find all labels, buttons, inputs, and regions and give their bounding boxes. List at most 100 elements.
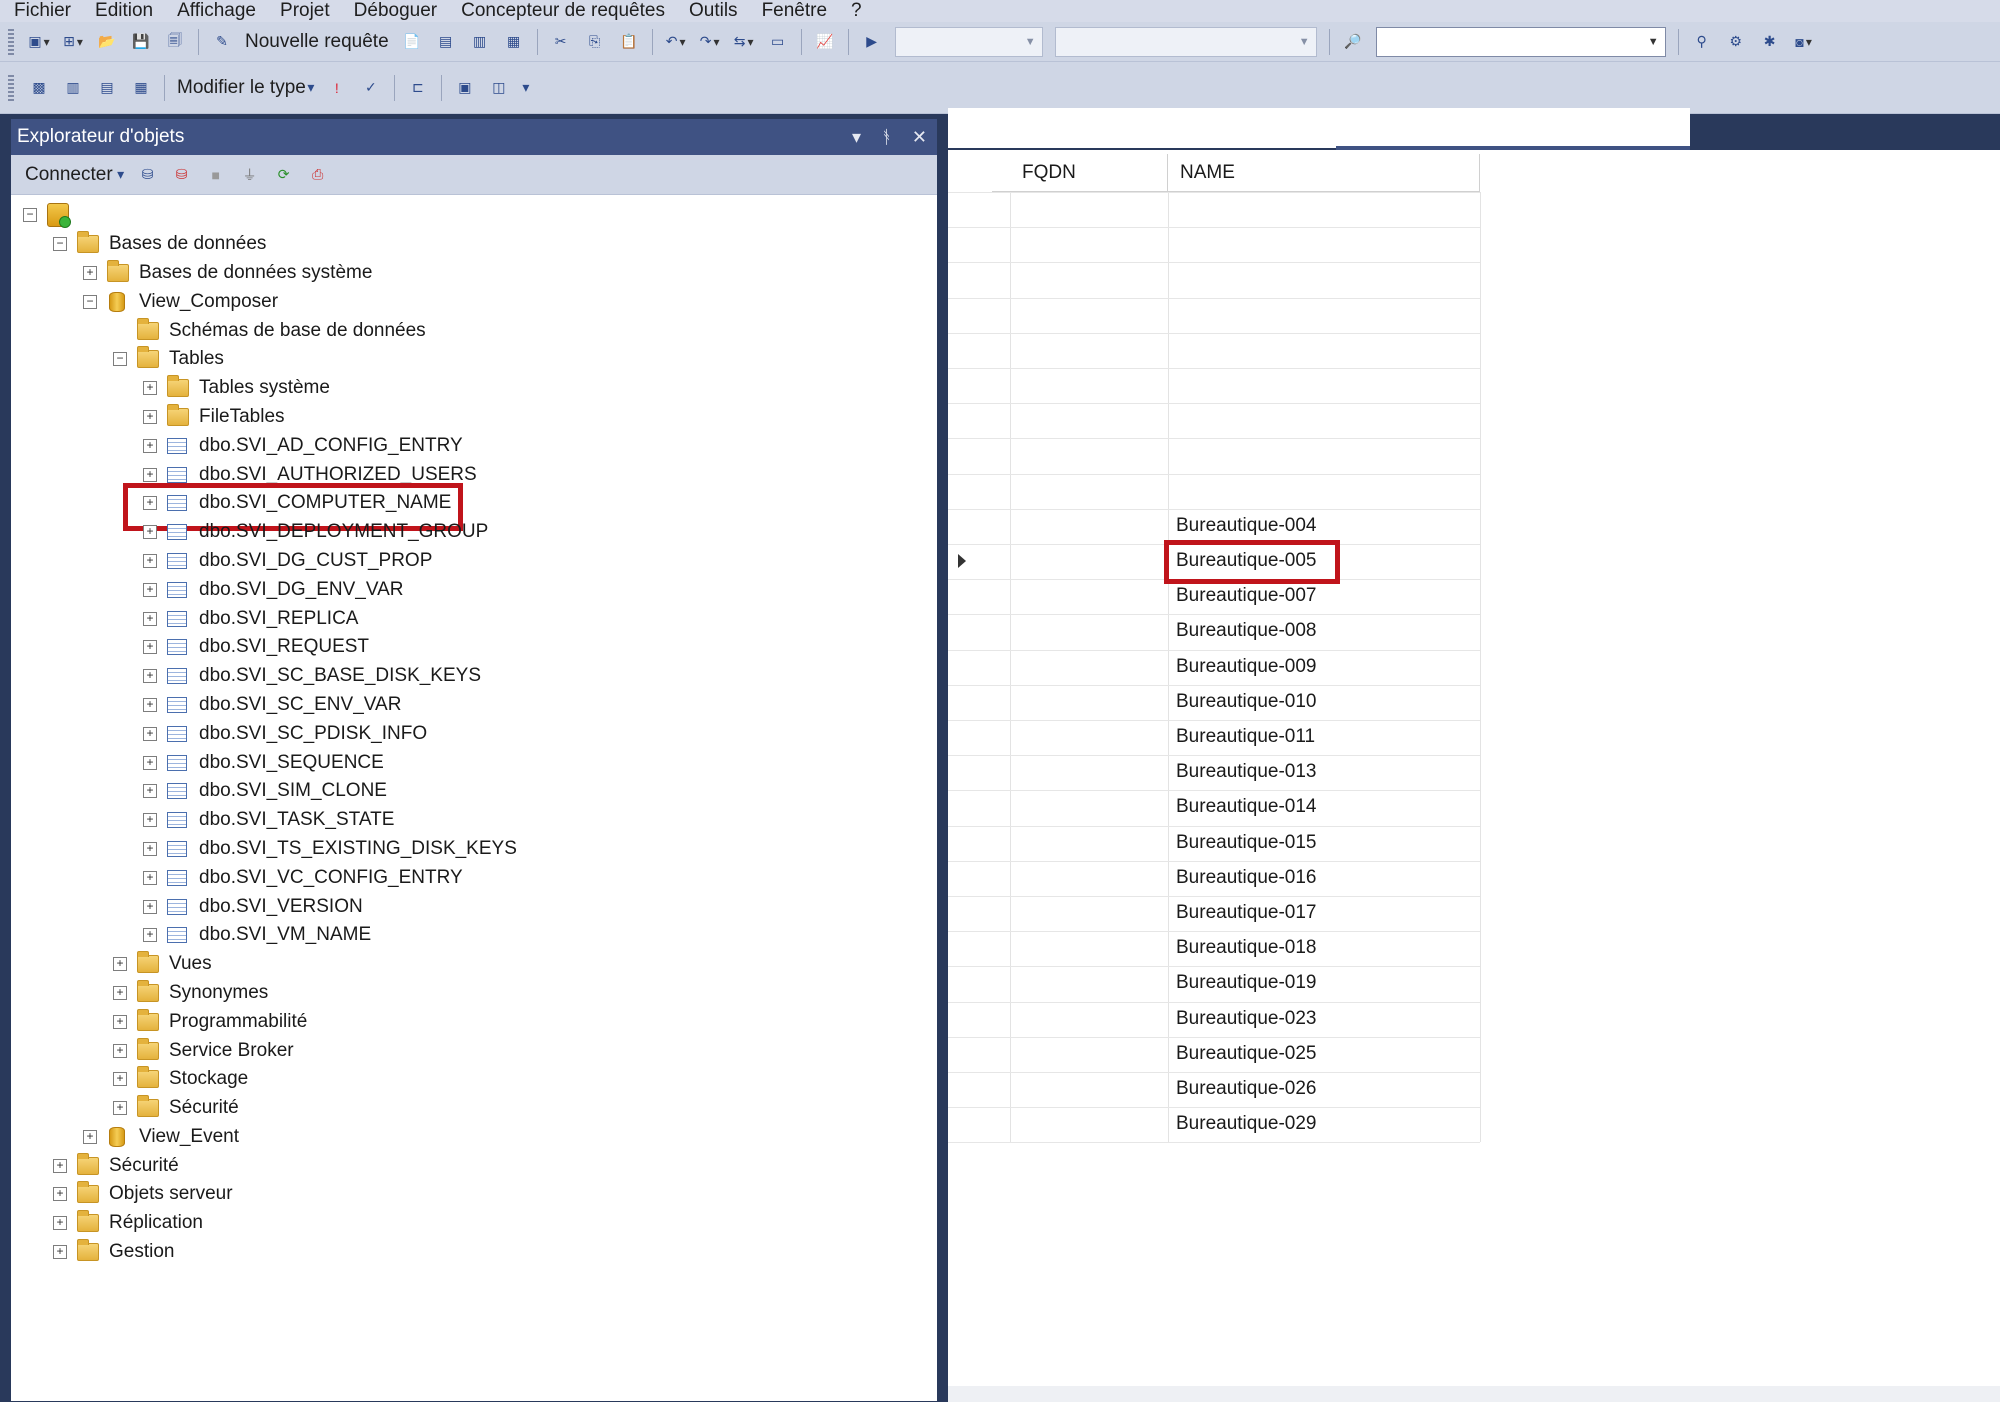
- expand-icon[interactable]: +: [143, 582, 157, 597]
- tree-node[interactable]: + dbo.SVI_SEQUENCE: [11, 748, 937, 777]
- tree-node[interactable]: + Sécurité: [11, 1094, 937, 1123]
- start-powershell-icon[interactable]: ⎙: [305, 162, 331, 188]
- tree-node[interactable]: + dbo.SVI_VM_NAME: [11, 921, 937, 950]
- tree-node[interactable]: + Vues: [11, 950, 937, 979]
- expand-icon[interactable]: +: [143, 381, 157, 396]
- tree-node[interactable]: + Tables système: [11, 374, 937, 403]
- column-header-name[interactable]: NAME: [1168, 154, 1480, 192]
- grid-cell-name[interactable]: Bureautique-015: [1176, 832, 1317, 854]
- tree-node[interactable]: + dbo.SVI_REPLICA: [11, 604, 937, 633]
- tree-node[interactable]: + Synonymes: [11, 979, 937, 1008]
- menu-item[interactable]: Outils: [675, 0, 748, 22]
- paste-icon[interactable]: 📋: [616, 29, 642, 55]
- collapse-icon[interactable]: −: [23, 208, 37, 223]
- cut-icon[interactable]: ✂: [548, 29, 574, 55]
- database-engine-query-icon[interactable]: 📄: [399, 29, 425, 55]
- expand-icon[interactable]: +: [53, 1245, 67, 1260]
- open-file-icon[interactable]: 📂: [94, 29, 120, 55]
- show-criteria-pane-icon[interactable]: ▥: [60, 75, 86, 101]
- navigate-icon[interactable]: ⇆: [731, 29, 757, 55]
- tree-node[interactable]: + dbo.SVI_SC_ENV_VAR: [11, 691, 937, 720]
- collapse-icon[interactable]: −: [53, 237, 67, 252]
- expand-icon[interactable]: +: [143, 755, 157, 770]
- expand-icon[interactable]: +: [143, 813, 157, 828]
- expand-icon[interactable]: +: [143, 928, 157, 943]
- change-type-dropdown-icon[interactable]: ▾: [306, 75, 316, 101]
- connect-dropdown-icon[interactable]: ▾: [115, 162, 127, 188]
- disconnect-icon[interactable]: ⛁: [169, 162, 195, 188]
- execute-sql-icon[interactable]: !: [324, 75, 350, 101]
- expand-icon[interactable]: +: [143, 784, 157, 799]
- close-icon[interactable]: ✕: [912, 127, 927, 148]
- add-item-icon[interactable]: ⊞: [60, 29, 86, 55]
- window-position-icon[interactable]: ▾: [852, 127, 861, 148]
- tree-node[interactable]: + Objets serveur: [11, 1180, 937, 1209]
- copy-icon[interactable]: ⎘: [582, 29, 608, 55]
- tree-node[interactable]: + Service Broker: [11, 1036, 937, 1065]
- tree-node[interactable]: + Réplication: [11, 1209, 937, 1238]
- grid-cell-name[interactable]: Bureautique-009: [1176, 656, 1317, 678]
- save-icon[interactable]: 💾: [128, 29, 154, 55]
- tree-node[interactable]: + dbo.SVI_VERSION: [11, 892, 937, 921]
- add-derived-table-icon[interactable]: ◫: [486, 75, 512, 101]
- grid-cell-name[interactable]: Bureautique-025: [1176, 1043, 1317, 1065]
- expand-icon[interactable]: +: [143, 640, 157, 655]
- menu-item[interactable]: Edition: [81, 0, 163, 22]
- tree-node[interactable]: + dbo.SVI_COMPUTER_NAME: [11, 482, 937, 531]
- grid-cell-name[interactable]: Bureautique-010: [1176, 691, 1317, 713]
- tree-node[interactable]: + dbo.SVI_SC_PDISK_INFO: [11, 719, 937, 748]
- new-project-icon[interactable]: ▣: [26, 29, 52, 55]
- tree-node[interactable]: + FileTables: [11, 403, 937, 432]
- pin-icon[interactable]: ᚬ: [881, 127, 892, 148]
- expand-icon[interactable]: +: [113, 1101, 127, 1116]
- tree-node[interactable]: + Programmabilité: [11, 1007, 937, 1036]
- tree-node[interactable]: + dbo.SVI_DEPLOYMENT_GROUP: [11, 518, 937, 547]
- tree-node[interactable]: + dbo.SVI_DG_CUST_PROP: [11, 547, 937, 576]
- xmla-query-icon[interactable]: ▦: [501, 29, 527, 55]
- expand-icon[interactable]: +: [143, 409, 157, 424]
- column-header-fqdn[interactable]: FQDN: [1010, 154, 1168, 192]
- add-table-icon[interactable]: ▣: [452, 75, 478, 101]
- grid-cell-name[interactable]: Bureautique-029: [1176, 1113, 1317, 1135]
- expand-icon[interactable]: +: [53, 1216, 67, 1231]
- registered-servers-icon[interactable]: ⚲: [1689, 29, 1715, 55]
- connect-button[interactable]: Connecter: [25, 164, 113, 186]
- show-results-pane-icon[interactable]: ▦: [128, 75, 154, 101]
- refresh-icon[interactable]: ⟳: [271, 162, 297, 188]
- toolbar-grip[interactable]: [8, 74, 14, 101]
- grid-cell-name[interactable]: Bureautique-011: [1176, 726, 1315, 748]
- menu-item[interactable]: Projet: [266, 0, 340, 22]
- menu-item[interactable]: ?: [837, 0, 872, 22]
- properties-icon[interactable]: ✱: [1757, 29, 1783, 55]
- menu-item[interactable]: Fichier: [0, 0, 81, 22]
- verify-sql-icon[interactable]: ✓: [358, 75, 384, 101]
- toolbar-overflow-icon[interactable]: ▾: [520, 75, 532, 101]
- group-by-icon[interactable]: ⊏: [405, 75, 431, 101]
- tree-node[interactable]: + dbo.SVI_TASK_STATE: [11, 806, 937, 835]
- mdx-query-icon[interactable]: ▤: [433, 29, 459, 55]
- grid-cell-name[interactable]: Bureautique-016: [1176, 867, 1317, 889]
- collapse-icon[interactable]: −: [113, 352, 127, 367]
- expand-icon[interactable]: +: [143, 438, 157, 453]
- expand-icon[interactable]: +: [143, 899, 157, 914]
- template-explorer-icon[interactable]: ◙: [1791, 29, 1817, 55]
- grid-cell-name[interactable]: Bureautique-014: [1176, 796, 1317, 818]
- grid-cell-name[interactable]: Bureautique-017: [1176, 902, 1317, 924]
- grid-cell-name[interactable]: Bureautique-026: [1176, 1078, 1317, 1100]
- tree-node[interactable]: + dbo.SVI_VC_CONFIG_ENTRY: [11, 863, 937, 892]
- new-query-button[interactable]: Nouvelle requête: [245, 31, 389, 53]
- tree-node[interactable]: + Bases de données système: [11, 259, 937, 288]
- solution-config-combo[interactable]: ▼: [1054, 26, 1317, 57]
- tree-node[interactable]: − View_Composer: [11, 287, 937, 316]
- show-sql-pane-icon[interactable]: ▤: [94, 75, 120, 101]
- stop-icon[interactable]: ■: [203, 162, 229, 188]
- menu-item[interactable]: Déboguer: [340, 0, 447, 22]
- expand-icon[interactable]: +: [113, 1043, 127, 1058]
- expand-icon[interactable]: +: [113, 985, 127, 1000]
- grid-cell-name[interactable]: Bureautique-007: [1176, 585, 1317, 607]
- menu-item[interactable]: Fenêtre: [748, 0, 837, 22]
- save-all-icon[interactable]: 🗐: [162, 29, 188, 55]
- expand-icon[interactable]: +: [143, 525, 157, 540]
- filter-icon[interactable]: ⏚: [237, 162, 263, 188]
- redo-icon[interactable]: ↷: [697, 29, 723, 55]
